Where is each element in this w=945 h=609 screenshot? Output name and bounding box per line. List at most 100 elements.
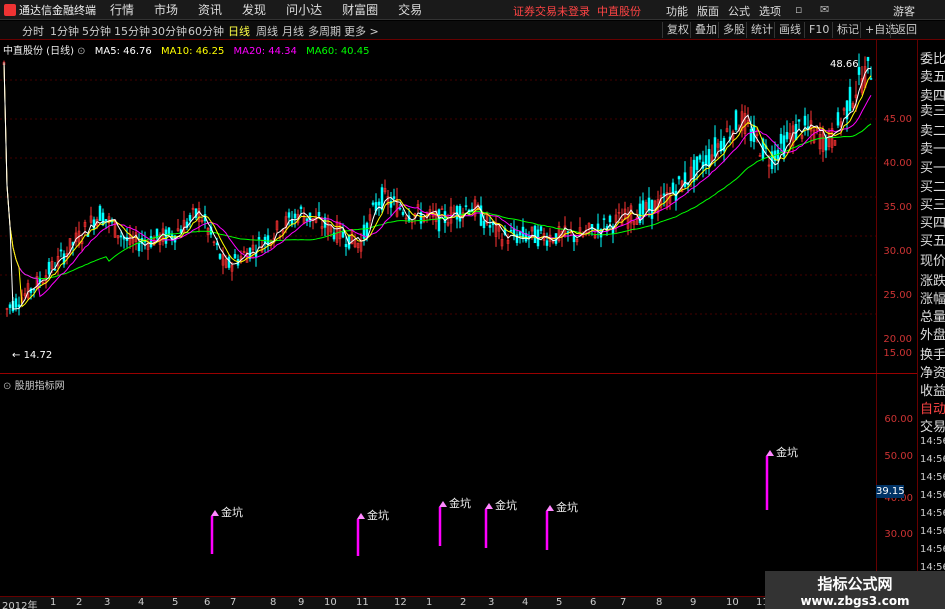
signal-arrow-icon [546,505,554,511]
indicator-value-box: 39.15 [876,485,905,498]
time-tick: 11 [356,597,369,608]
period-weekly[interactable]: 周线 [256,23,278,39]
menu-ask[interactable]: 问小达 [276,1,332,18]
menu-market[interactable]: 市场 [144,1,188,18]
period-more[interactable]: 更多 > [344,23,379,39]
price-tick: 45.00 [883,114,912,125]
ma5-label: MA5: 46.76 [94,46,152,57]
period-daily[interactable]: 日线 [228,23,250,39]
time-tick: 8 [656,597,663,608]
period-15min[interactable]: 15分钟 [114,23,150,39]
user-label[interactable]: 游客 [893,3,915,19]
tool-multistock[interactable]: 多股 [718,22,749,38]
candle-body [848,86,852,112]
time-tick: 4 [522,597,529,608]
candle-body [545,240,549,246]
time-tick: 2012年 [2,601,38,609]
candle-body [263,236,267,243]
time-tick: 6 [204,597,211,608]
app-logo-icon [4,3,16,16]
menu-discover[interactable]: 发现 [232,1,276,18]
tool-drawline[interactable]: 画线 [774,22,805,38]
signal-arrow-icon [357,513,365,519]
period-30min[interactable]: 30分钟 [151,23,187,39]
tool-f10[interactable]: F10 [804,22,833,38]
candle-body [803,115,807,126]
time-tick: 3 [104,597,111,608]
signal-label: 金坑 [449,496,471,510]
candle-body [227,256,231,268]
candle-body [14,298,18,308]
candle-body [293,213,297,219]
quote-panel: 委比 卖五 卖四 卖三 卖二 卖一 买一 买二 买三 买四 买五 现价 涨跌 涨幅 总量 外盘 换手 净资 收益 自动… [917,40,945,609]
candle-body [869,78,873,80]
help-icon[interactable]: ▫ [795,3,802,16]
signal-label: 金坑 [556,500,578,514]
candle-body [299,206,303,210]
candle-body [101,212,105,226]
menu-formula[interactable]: 公式 [728,3,750,19]
period-1min[interactable]: 1分钟 [50,23,79,39]
quote-panel-item: 买五 [920,234,945,249]
menu-wealth[interactable]: 财富圈 [332,1,388,18]
candle-body [164,229,168,244]
quote-panel-item: 卖五 [920,70,945,85]
time-tick: 6 [590,597,597,608]
signal-arrow-icon [211,510,219,516]
menu-news[interactable]: 资讯 [188,1,232,18]
candle-body [287,212,291,218]
time-tick: 12 [394,597,407,608]
price-tick: 15.00 [883,348,912,359]
period-monthly[interactable]: 月线 [282,23,304,39]
indicator-chart[interactable]: 金坑 金坑金坑 金坑 金坑金坑 [0,374,876,596]
quote-panel-item: 买三 [920,198,945,213]
tool-stats[interactable]: 统计 [746,22,777,38]
ma20-line [3,62,872,298]
tool-back[interactable]: 返回 [890,22,921,38]
quote-panel-item: 收益 [920,384,945,399]
menu-quotes[interactable]: 行情 [100,1,144,18]
period-intraday[interactable]: 分时 [22,23,44,39]
menu-function[interactable]: 功能 [666,3,688,19]
candle-body [539,226,543,231]
time-tick: 1 [426,597,433,608]
signal-label: 金坑 [776,445,798,459]
menu-options[interactable]: 选项 [759,3,781,19]
watermark-url: www.zbgs3.com [800,593,910,608]
kline-chart[interactable] [0,40,876,373]
candle-body [566,231,570,233]
sms-icon[interactable]: ✉ [820,3,829,16]
tool-overlay[interactable]: 叠加 [690,22,721,38]
candle-body [482,220,486,229]
signal-label: 金坑 [495,498,517,512]
time-tick: 7 [620,597,627,608]
login-status[interactable]: 证券交易未登录 中直股份 [513,3,641,19]
candle-body [671,182,675,194]
quote-panel-item: 涨跌 [920,274,945,289]
quote-panel-item: 14:56 [920,436,945,447]
ma60-label: MA60: 40.45 [306,46,370,57]
time-tick: 5 [172,597,179,608]
quote-panel-item: 卖三 [920,104,945,119]
candle-body [8,304,12,308]
menu-trade[interactable]: 交易 [388,1,432,18]
tool-mark[interactable]: 标记 [832,22,863,38]
time-axis: 2012年 1 2 3 4 5 6 7 8 9 10 11 12 1 2 3 4 5 6 7 8 9 10 11 [0,596,876,609]
price-tick: 40.00 [883,158,912,169]
candle-body [608,215,612,223]
quote-panel-item: 买二 [920,180,945,195]
time-tick: 2 [460,597,467,608]
candle-body [533,225,537,244]
period-multi[interactable]: 多周期 [308,23,341,39]
signal-arrow-icon [485,503,493,509]
chart-settings-icon[interactable]: ⊙ [77,46,85,57]
tool-fuquan[interactable]: 复权 [662,22,693,38]
signal-label: 金坑 [367,508,389,522]
chart-title: 中直股份 (日线) [3,46,74,57]
candle-body [218,253,222,259]
period-5min[interactable]: 5分钟 [82,23,111,39]
period-60min[interactable]: 60分钟 [188,23,224,39]
watermark-title: 指标公式网 [817,574,893,593]
quote-panel-item: 14:56 [920,454,945,465]
menu-layout[interactable]: 版面 [697,3,719,19]
